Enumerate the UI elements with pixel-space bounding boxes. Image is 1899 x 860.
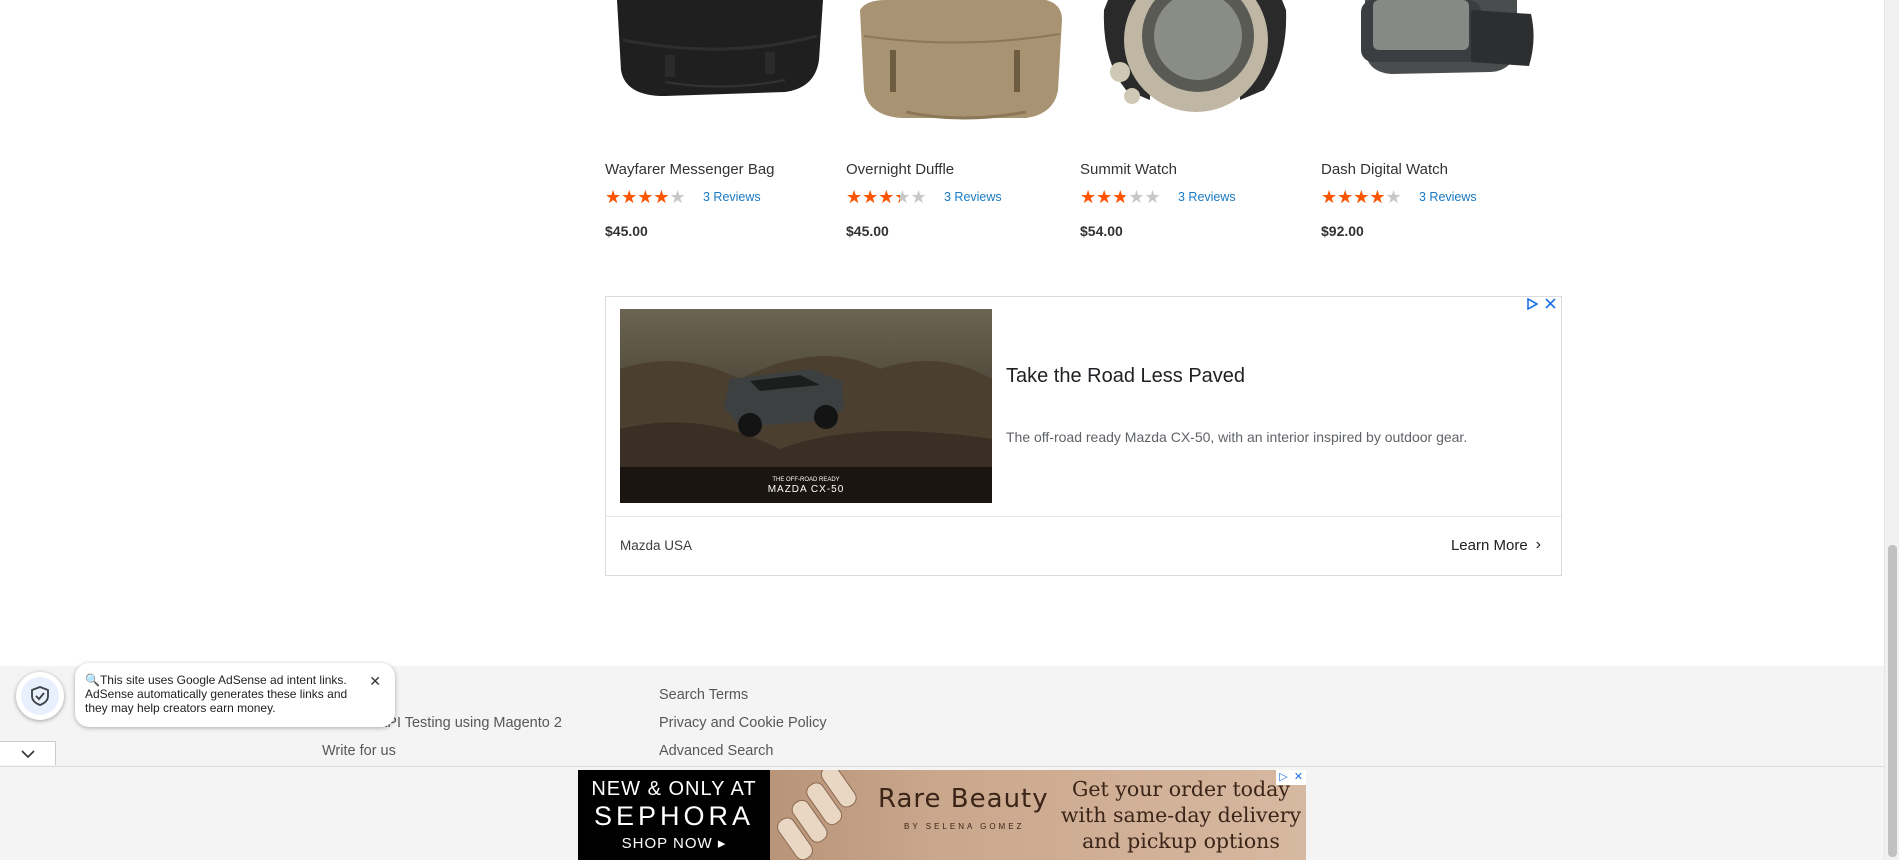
close-icon[interactable] (1543, 298, 1557, 312)
product-name[interactable]: Dash Digital Watch (1321, 161, 1448, 178)
adsense-notice: 🔍This site uses Google AdSense ad intent… (75, 663, 395, 727)
product-price: $45.00 (846, 223, 889, 239)
page: Wayfarer Messenger Bag ★★★★★★★★★★ 3 Revi… (0, 0, 1899, 860)
banner-ad-choices: ▷ ✕ (1276, 770, 1306, 785)
ad-divider (606, 516, 1561, 517)
sephora-banner-ad[interactable]: NEW & ONLY AT SEPHORA SHOP NOW ▸ Rare Be… (578, 770, 1306, 860)
ad-headline[interactable]: Take the Road Less Paved (1006, 365, 1245, 388)
footer-link-privacy-policy[interactable]: Privacy and Cookie Policy (659, 715, 827, 731)
product-price: $54.00 (1080, 223, 1123, 239)
reviews-link[interactable]: 3 Reviews (1419, 190, 1477, 204)
rating-stars: ★★★★★★★★★★ (605, 187, 686, 207)
rating-stars: ★★★★★★★★★★ (1321, 187, 1402, 207)
shield-check-icon (31, 686, 49, 706)
banner-store: SEPHORA (593, 801, 755, 831)
product-rating: ★★★★★★★★★★ 3 Reviews (1080, 188, 1236, 206)
product-name[interactable]: Wayfarer Messenger Bag (605, 161, 775, 178)
reviews-link[interactable]: 3 Reviews (703, 190, 761, 204)
ad-choices (1525, 297, 1557, 312)
privacy-shield-button[interactable] (16, 672, 64, 720)
product-name[interactable]: Summit Watch (1080, 161, 1177, 178)
product-rating: ★★★★★★★★★★ 3 Reviews (605, 188, 761, 206)
close-icon[interactable]: ✕ (1291, 770, 1306, 785)
product-price: $92.00 (1321, 223, 1364, 239)
banner-tagline: NEW & ONLY AT (591, 778, 757, 800)
banner-copy: Get your order today with same-day deliv… (1060, 777, 1302, 853)
product-image-messenger-bag[interactable] (605, 0, 835, 135)
scrollbar[interactable] (1884, 0, 1899, 860)
banner-right-panel[interactable]: Rare Beauty BY SELENA GOMEZ Get your ord… (770, 770, 1306, 860)
product-name[interactable]: Overnight Duffle (846, 161, 954, 178)
reviews-link[interactable]: 3 Reviews (944, 190, 1002, 204)
ad-advertiser: Mazda USA (620, 538, 693, 553)
ad-image-caption-1: THE OFF-ROAD READY (772, 477, 839, 483)
banner-brand-sub: BY SELENA GOMEZ (904, 822, 1025, 831)
notice-text: This site uses Google AdSense ad intent … (85, 673, 348, 715)
banner-brand: Rare Beauty (878, 784, 1049, 814)
ad-card[interactable]: THE OFF-ROAD READY MAZDA CX-50 Take the … (605, 296, 1562, 576)
ad-image[interactable]: THE OFF-ROAD READY MAZDA CX-50 (620, 309, 992, 503)
reviews-link[interactable]: 3 Reviews (1178, 190, 1236, 204)
magnifier-icon: 🔍 (85, 673, 100, 687)
ad-image-caption-2: MAZDA CX-50 (768, 484, 845, 495)
footer-link-advanced-search[interactable]: Advanced Search (659, 743, 773, 759)
product-price: $45.00 (605, 223, 648, 239)
footer-link-write-for-us[interactable]: Write for us (322, 743, 396, 759)
product-rating: ★★★★★★★★★★ 3 Reviews (846, 188, 1002, 206)
scrollbar-thumb[interactable] (1888, 545, 1897, 857)
chevron-down-icon (20, 749, 35, 758)
product-image-summit-watch[interactable] (1080, 0, 1310, 135)
learn-more-button[interactable]: Learn More › (1451, 536, 1541, 554)
rating-stars: ★★★★★★★★★★ (846, 187, 927, 207)
ad-body: The off-road ready Mazda CX-50, with an … (1006, 429, 1468, 445)
collapse-button[interactable] (0, 741, 56, 765)
shop-now-link[interactable]: SHOP NOW ▸ (578, 834, 770, 852)
adchoices-play-icon[interactable] (1525, 297, 1539, 312)
close-icon[interactable]: ✕ (369, 673, 381, 690)
product-image-duffle[interactable] (846, 0, 1076, 135)
chevron-right-icon: › (1535, 536, 1541, 553)
product-tubes-image (777, 770, 857, 860)
rating-stars: ★★★★★★★★★★ (1080, 187, 1161, 207)
product-image-dash-watch[interactable] (1321, 0, 1551, 135)
adchoices-play-icon[interactable]: ▷ (1276, 770, 1291, 785)
learn-more-label: Learn More (1450, 536, 1528, 554)
banner-left-panel[interactable]: NEW & ONLY AT SEPHORA SHOP NOW ▸ (578, 770, 770, 860)
product-rating: ★★★★★★★★★★ 3 Reviews (1321, 188, 1477, 206)
footer-divider (0, 766, 1884, 767)
footer-link-search-terms[interactable]: Search Terms (659, 687, 748, 703)
